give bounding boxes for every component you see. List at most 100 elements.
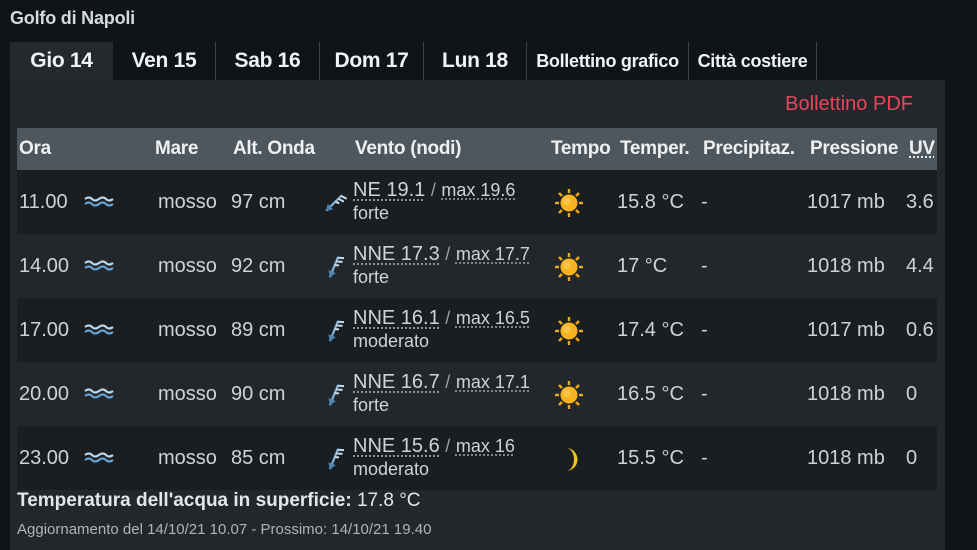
wave-icon	[84, 324, 114, 335]
wind-separator: /	[445, 372, 451, 392]
wind-arrow-icon	[328, 320, 345, 342]
tab-bollettino-grafico[interactable]: Bollettino grafico	[527, 42, 689, 80]
table-row: 17.00 mosso 89 cm NNE 16.1 / max 16.5 mo…	[17, 298, 937, 362]
header-pressione: Pressione	[810, 138, 899, 159]
cell-temp: 17 °C	[617, 255, 668, 277]
cell-uv: 0.6	[906, 319, 934, 341]
header-tempo: Tempo	[551, 138, 611, 159]
wind-speed[interactable]: NNE 16.1	[353, 307, 440, 329]
wind-speed[interactable]: NNE 17.3	[353, 243, 440, 265]
header-uv[interactable]: UV	[909, 138, 935, 160]
cell-temp: 17.4 °C	[617, 319, 684, 341]
wind-level: forte	[353, 267, 390, 287]
cell-ora: 14.00	[19, 255, 70, 277]
tab-sab-16[interactable]: Sab 16	[216, 42, 320, 80]
wind-max[interactable]: max 16.5	[456, 308, 530, 328]
wind-info: NNE 16.7 / max 17.1 forte	[353, 371, 530, 417]
cell-precip: -	[701, 319, 708, 341]
cell-ora: 11.00	[19, 191, 68, 213]
cell-temp: 16.5 °C	[617, 383, 684, 405]
day-tabs: Gio 14 Ven 15 Sab 16 Dom 17 Lun 18 Bolle…	[10, 42, 817, 80]
header-ora: Ora	[19, 138, 51, 159]
wind-arrow-icon	[325, 194, 347, 212]
moon-icon	[566, 448, 578, 471]
wind-arrow-icon	[328, 384, 345, 406]
wind-info: NNE 15.6 / max 16 moderato	[353, 435, 515, 481]
wind-info: NNE 16.1 / max 16.5 moderato	[353, 307, 530, 353]
cell-precip: -	[701, 447, 708, 469]
wind-separator: /	[430, 180, 436, 200]
wind-level: forte	[353, 395, 390, 415]
table-row: 20.00 mosso 90 cm NNE 16.7 / max 17.1 fo…	[17, 362, 937, 426]
cell-ora: 23.00	[19, 447, 70, 469]
cell-onda: 85 cm	[231, 447, 286, 469]
wind-separator: /	[445, 244, 451, 264]
tab-citta-costiere[interactable]: Città costiere	[689, 42, 817, 80]
wind-separator: /	[445, 436, 451, 456]
wind-separator: /	[445, 308, 451, 328]
header-temper: Temper.	[620, 138, 690, 159]
water-temperature-value: 17.8 °C	[356, 490, 421, 511]
wave-icon	[84, 196, 114, 207]
sun-icon	[555, 317, 583, 345]
tab-lun-18[interactable]: Lun 18	[424, 42, 527, 80]
cell-pressione: 1018 mb	[807, 383, 885, 405]
wave-icon	[84, 452, 114, 463]
cell-precip: -	[701, 383, 708, 405]
wind-max[interactable]: max 16	[456, 436, 515, 456]
water-temperature: Temperatura dell'acqua in superficie: 17…	[17, 490, 421, 512]
wind-info: NE 19.1 / max 19.6 forte	[353, 179, 515, 225]
header-onda: Alt. Onda	[233, 138, 315, 159]
cell-mare: mosso	[158, 191, 217, 213]
wind-level: moderato	[353, 459, 430, 479]
sun-icon	[555, 381, 583, 409]
forecast-table: Ora Mare Alt. Onda Vento (nodi) Tempo Te…	[17, 128, 937, 490]
tab-gio-14[interactable]: Gio 14	[10, 42, 113, 80]
wind-max[interactable]: max 17.7	[456, 244, 530, 264]
table-row: 23.00 mosso 85 cm NNE 15.6 / max 16 mode…	[17, 426, 937, 490]
wind-arrow-icon	[328, 256, 345, 278]
cell-ora: 20.00	[19, 383, 70, 405]
header-precip: Precipitaz.	[703, 138, 795, 159]
cell-pressione: 1018 mb	[807, 255, 885, 277]
wind-level: forte	[353, 203, 390, 223]
page-title: Golfo di Napoli	[10, 8, 135, 28]
wind-speed[interactable]: NNE 15.6	[353, 435, 440, 457]
tab-ven-15[interactable]: Ven 15	[113, 42, 216, 80]
cell-uv: 3.6	[906, 191, 934, 213]
cell-mare: mosso	[158, 447, 217, 469]
water-temperature-label: Temperatura dell'acqua in superficie:	[17, 490, 352, 511]
cell-mare: mosso	[158, 319, 217, 341]
table-header: Ora Mare Alt. Onda Vento (nodi) Tempo Te…	[17, 128, 937, 170]
cell-temp: 15.5 °C	[617, 447, 684, 469]
wave-icon	[84, 260, 114, 271]
cell-onda: 89 cm	[231, 319, 286, 341]
cell-uv: 0	[906, 447, 918, 469]
cell-pressione: 1017 mb	[807, 319, 885, 341]
cell-mare: mosso	[158, 383, 217, 405]
wind-arrow-icon	[328, 448, 345, 470]
cell-pressione: 1018 mb	[807, 447, 885, 469]
wind-speed[interactable]: NE 19.1	[353, 179, 425, 201]
wind-level: moderato	[353, 331, 430, 351]
wind-info: NNE 17.3 / max 17.7 forte	[353, 243, 530, 289]
header-mare: Mare	[155, 138, 199, 159]
bollettino-pdf-link[interactable]: Bollettino PDF	[785, 93, 913, 116]
update-info: Aggiornamento del 14/10/21 10.07 - Pross…	[17, 521, 432, 538]
cell-pressione: 1017 mb	[807, 191, 885, 213]
cell-onda: 97 cm	[231, 191, 286, 213]
wind-max[interactable]: max 19.6	[441, 180, 515, 200]
cell-onda: 90 cm	[231, 383, 286, 405]
wind-speed[interactable]: NNE 16.7	[353, 371, 440, 393]
table-row: 11.00 mosso 97 cm NE 19.1 / max 19.6 for…	[17, 170, 937, 234]
sun-icon	[555, 253, 583, 281]
cell-ora: 17.00	[19, 319, 70, 341]
cell-mare: mosso	[158, 255, 217, 277]
tab-dom-17[interactable]: Dom 17	[320, 42, 424, 80]
table-row: 14.00 mosso 92 cm NNE 17.3 / max 17.7 fo…	[17, 234, 937, 298]
cell-precip: -	[701, 255, 708, 277]
cell-precip: -	[701, 191, 708, 213]
wind-max[interactable]: max 17.1	[456, 372, 530, 392]
forecast-panel: Bollettino PDF Ora Mare Alt. Onda Vento …	[10, 80, 945, 550]
wave-icon	[84, 388, 114, 399]
